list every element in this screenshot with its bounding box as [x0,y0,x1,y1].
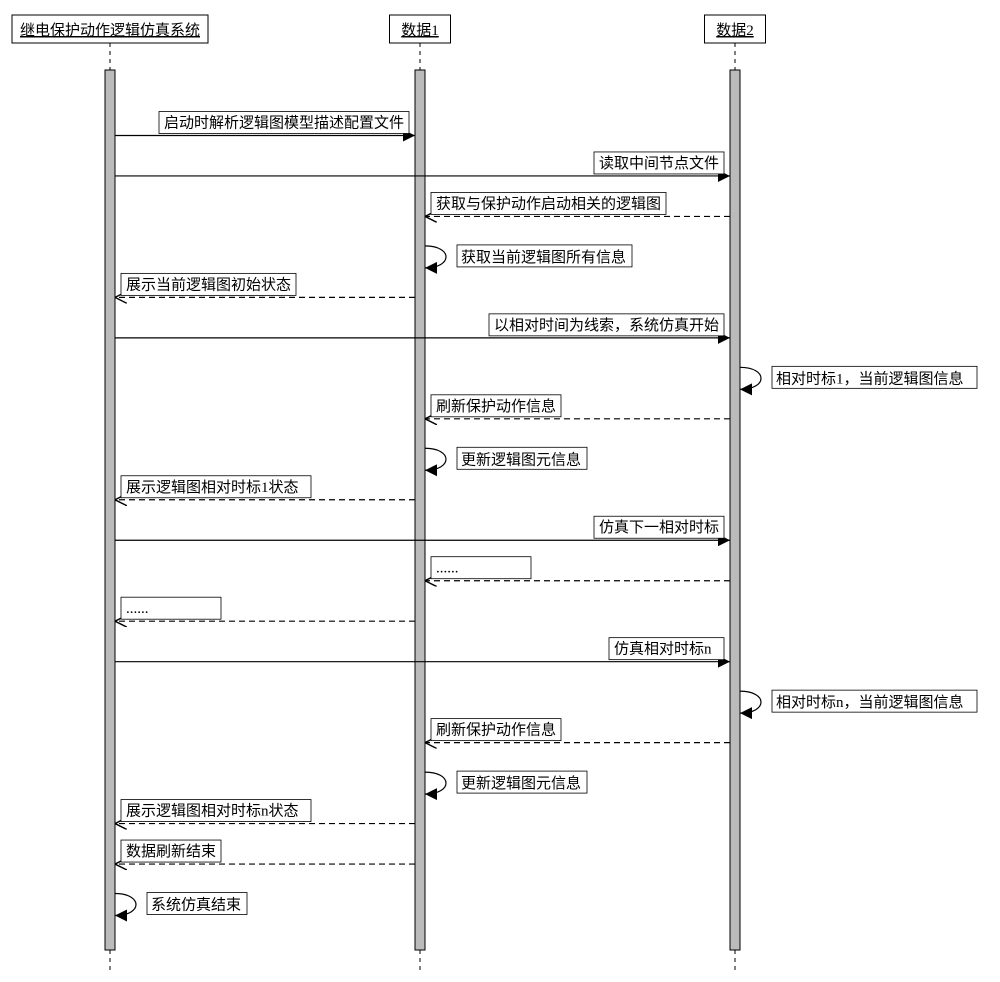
self-message [425,772,446,794]
message-label: 数据刷新结束 [126,843,216,860]
message-label: 启动时解析逻辑图模型描述配置文件 [164,114,404,131]
sequence-diagram: 继电保护动作逻辑仿真系统 数据1 数据2 启动时解析逻辑图模型描述配置文件读取中间节点… [0,0,1000,982]
activation-bar [105,70,115,950]
message-label: ...... [436,561,459,577]
message-label: 系统仿真结束 [151,896,241,914]
message-label: 获取与保护动作启动相关的逻辑图 [436,195,661,212]
message-label: 展示当前逻辑图初始状态 [126,276,291,293]
self-message [115,894,136,916]
message-label: 获取当前逻辑图所有信息 [461,249,626,266]
message-label: 刷新保护动作信息 [436,722,556,739]
message-label: 相对时标1，当前逻辑图信息 [776,370,964,387]
lifeline-header: 继电保护动作逻辑仿真系统 [20,21,200,39]
activation-bar [730,70,740,950]
self-message [740,367,761,389]
message-label: 更新逻辑图元信息 [461,451,581,468]
activation-bar [415,70,425,950]
self-message [740,691,761,713]
message-label: ...... [126,601,149,617]
lifeline-header: 数据2 [716,22,754,39]
message-label: 更新逻辑图元信息 [461,775,581,792]
message-label: 仿真下一相对时标 [599,518,719,536]
message-label: 展示逻辑图相对时标n状态 [126,803,299,820]
self-message [425,448,446,470]
message-label: 展示逻辑图相对时标1状态 [126,479,299,496]
message-label: 读取中间节点文件 [599,155,719,172]
self-message [425,246,446,268]
message-label: 以相对时间为线索，系统仿真开始 [494,316,719,334]
message-label: 刷新保护动作信息 [436,398,556,415]
lifeline-header: 数据1 [401,22,439,39]
message-label: 仿真相对时标n [614,640,712,658]
message-label: 相对时标n，当前逻辑图信息 [776,694,964,711]
